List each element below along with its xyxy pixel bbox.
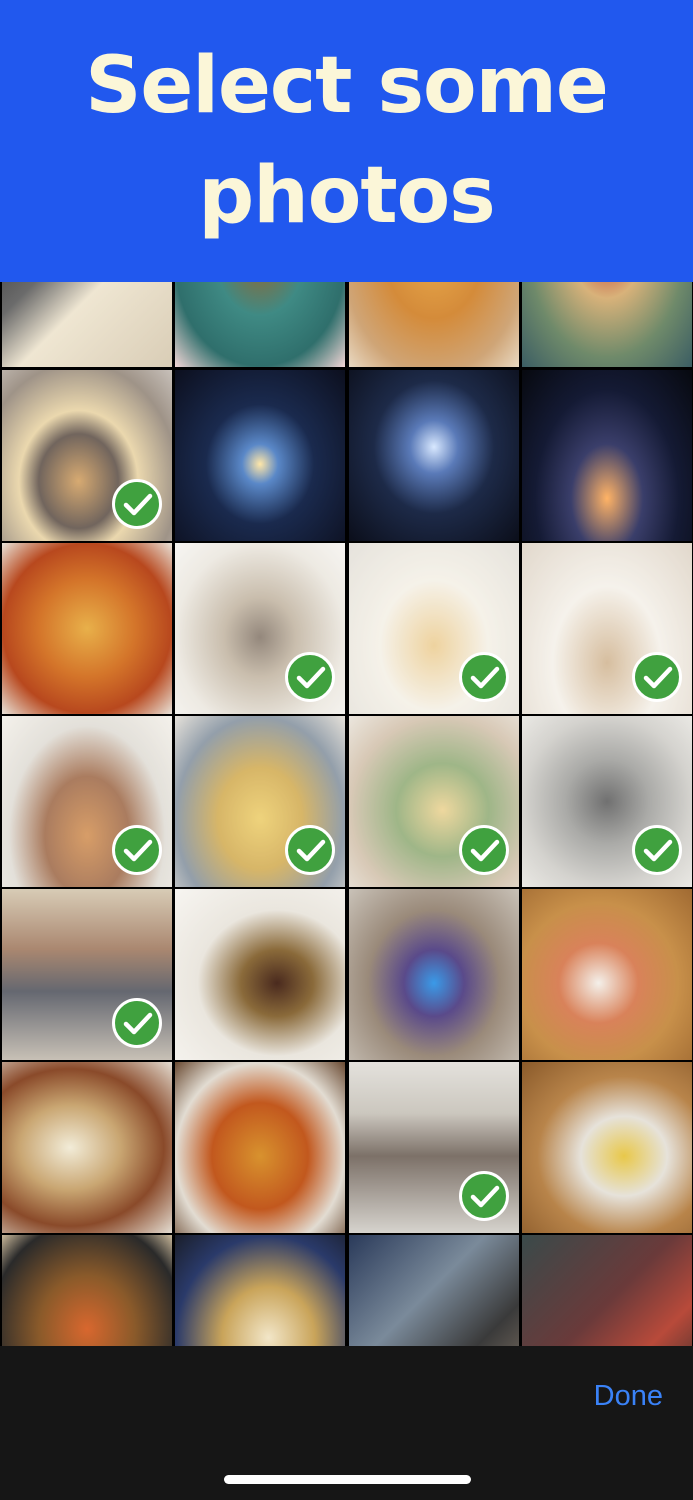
photo-tile[interactable]	[175, 1235, 345, 1346]
checkmark-icon	[632, 825, 682, 875]
photo-thumbnail	[522, 889, 692, 1060]
photo-thumbnail	[2, 1235, 172, 1346]
home-indicator	[224, 1475, 471, 1484]
photo-tile[interactable]	[175, 543, 345, 714]
photo-tile[interactable]	[175, 889, 345, 1060]
checkmark-icon	[285, 825, 335, 875]
photo-tile[interactable]	[2, 716, 172, 887]
photo-thumbnail	[175, 1235, 345, 1346]
photo-tile[interactable]	[2, 1062, 172, 1233]
checkmark-icon	[285, 652, 335, 702]
photo-tile[interactable]	[2, 1235, 172, 1346]
checkmark-icon	[112, 998, 162, 1048]
photo-thumbnail	[2, 543, 172, 714]
photo-thumbnail	[175, 282, 345, 367]
photo-tile[interactable]	[2, 370, 172, 541]
photo-tile[interactable]	[2, 543, 172, 714]
photo-tile[interactable]	[175, 370, 345, 541]
photo-thumbnail	[349, 889, 519, 1060]
checkmark-icon	[459, 1171, 509, 1221]
checkmark-icon	[112, 825, 162, 875]
photo-tile[interactable]	[522, 1062, 692, 1233]
photo-thumbnail	[175, 889, 345, 1060]
photo-tile[interactable]	[349, 370, 519, 541]
photo-tile[interactable]	[2, 889, 172, 1060]
photo-thumbnail	[522, 1062, 692, 1233]
photo-tile[interactable]	[349, 543, 519, 714]
photo-tile[interactable]	[175, 282, 345, 367]
photo-thumbnail	[349, 370, 519, 541]
photo-tile[interactable]	[349, 1235, 519, 1346]
page-title: Select some photos	[85, 41, 609, 241]
checkmark-icon	[459, 652, 509, 702]
photo-tile[interactable]	[349, 889, 519, 1060]
checkmark-icon	[632, 652, 682, 702]
photo-tile[interactable]	[175, 1062, 345, 1233]
photo-thumbnail	[2, 282, 172, 367]
photo-tile[interactable]	[522, 716, 692, 887]
photo-tile[interactable]	[349, 1062, 519, 1233]
photo-thumbnail	[522, 282, 692, 367]
photo-tile[interactable]	[349, 716, 519, 887]
photo-tile[interactable]	[522, 370, 692, 541]
photo-tile[interactable]	[522, 282, 692, 367]
bottom-toolbar: Done	[0, 1346, 693, 1500]
photo-thumbnail	[349, 282, 519, 367]
photo-thumbnail	[522, 370, 692, 541]
photo-thumbnail	[349, 1235, 519, 1346]
photo-grid[interactable]	[0, 282, 693, 1346]
photo-tile[interactable]	[522, 1235, 692, 1346]
header-banner: Select some photos	[0, 0, 693, 282]
photo-thumbnail	[2, 1062, 172, 1233]
photo-thumbnail	[522, 1235, 692, 1346]
done-button[interactable]: Done	[594, 1380, 663, 1413]
photo-tile[interactable]	[522, 889, 692, 1060]
checkmark-icon	[459, 825, 509, 875]
photo-tile[interactable]	[349, 282, 519, 367]
photo-tile[interactable]	[175, 716, 345, 887]
checkmark-icon	[112, 479, 162, 529]
photo-thumbnail	[175, 370, 345, 541]
photo-thumbnail	[175, 1062, 345, 1233]
photo-tile[interactable]	[2, 282, 172, 367]
photo-tile[interactable]	[522, 543, 692, 714]
